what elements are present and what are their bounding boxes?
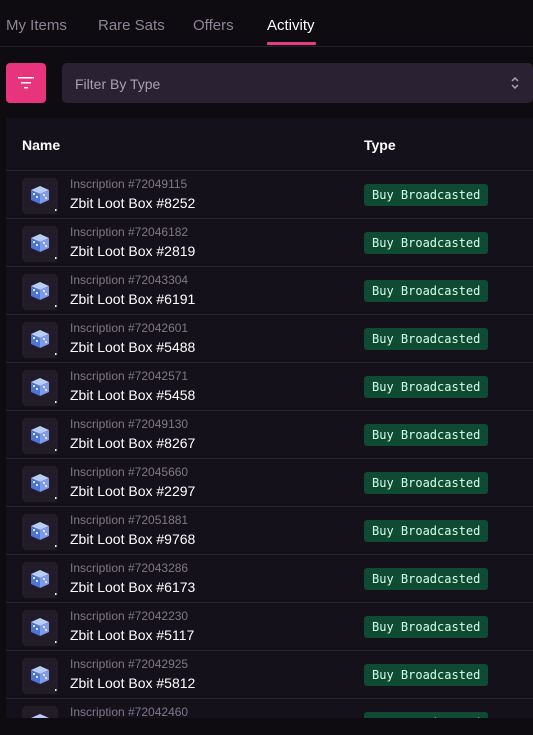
item-thumbnail bbox=[22, 178, 58, 214]
item-thumbnail bbox=[22, 418, 58, 454]
loot-box-icon bbox=[31, 282, 57, 307]
item-name[interactable]: Zbit Loot Box #6191 bbox=[70, 291, 195, 307]
tab-bar: My Items Rare Sats Offers Activity bbox=[0, 0, 533, 47]
table-row[interactable]: Inscription #72042571 Zbit Loot Box #5458… bbox=[6, 363, 533, 411]
table-row[interactable]: Inscription #72042230 Zbit Loot Box #5117… bbox=[6, 603, 533, 651]
item-thumbnail bbox=[22, 370, 58, 406]
column-header-type: Type bbox=[364, 137, 396, 153]
inscription-number: Inscription #72043304 bbox=[70, 273, 189, 287]
loot-box-icon bbox=[31, 426, 57, 451]
chevron-up-down-icon bbox=[511, 76, 519, 90]
loot-box-icon bbox=[31, 186, 57, 211]
loot-box-icon bbox=[31, 378, 57, 403]
activity-type-badge: Buy Broadcasted bbox=[364, 664, 489, 686]
table-body: Inscription #72049115 Zbit Loot Box #8252… bbox=[6, 171, 533, 718]
tab-activity[interactable]: Activity bbox=[267, 17, 315, 34]
activity-type-badge: Buy Broadcasted bbox=[364, 424, 489, 446]
item-name[interactable]: Zbit Loot Box #5117 bbox=[70, 627, 194, 643]
inscription-number: Inscription #72042571 bbox=[70, 369, 189, 383]
table-row[interactable]: Inscription #72042460Buy Broadcasted bbox=[6, 699, 533, 718]
item-name[interactable]: Zbit Loot Box #9768 bbox=[70, 531, 195, 547]
loot-box-icon bbox=[31, 474, 57, 499]
item-name[interactable]: Zbit Loot Box #5458 bbox=[70, 387, 195, 403]
activity-type-badge: Buy Broadcasted bbox=[364, 280, 489, 302]
item-thumbnail bbox=[22, 466, 58, 502]
loot-box-icon bbox=[31, 570, 57, 595]
activity-type-badge: Buy Broadcasted bbox=[364, 376, 489, 398]
filter-by-type-select[interactable]: Filter By Type bbox=[62, 63, 533, 103]
item-name[interactable]: Zbit Loot Box #8267 bbox=[70, 435, 195, 451]
inscription-number: Inscription #72042460 bbox=[70, 705, 189, 718]
inscription-number: Inscription #72042925 bbox=[70, 657, 189, 671]
inscription-number: Inscription #72042230 bbox=[70, 609, 189, 623]
inscription-number: Inscription #72043286 bbox=[70, 561, 189, 575]
loot-box-icon bbox=[31, 618, 57, 643]
loot-box-icon bbox=[31, 234, 57, 259]
inscription-number: Inscription #72049130 bbox=[70, 417, 189, 431]
item-thumbnail bbox=[22, 514, 58, 550]
activity-table: Name Type Inscription #72049115 Zbit Loot… bbox=[6, 118, 533, 718]
inscription-number: Inscription #72045660 bbox=[70, 465, 189, 479]
activity-type-badge: Buy Broadcasted bbox=[364, 520, 489, 542]
table-row[interactable]: Inscription #72046182 Zbit Loot Box #2819… bbox=[6, 219, 533, 267]
inscription-number: Inscription #72049115 bbox=[70, 177, 188, 191]
table-row[interactable]: Inscription #72043304 Zbit Loot Box #6191… bbox=[6, 267, 533, 315]
item-name[interactable]: Zbit Loot Box #5488 bbox=[70, 339, 195, 355]
filter-button[interactable] bbox=[6, 63, 46, 103]
loot-box-icon bbox=[31, 330, 57, 355]
table-row[interactable]: Inscription #72043286 Zbit Loot Box #6173… bbox=[6, 555, 533, 603]
item-thumbnail bbox=[22, 562, 58, 598]
tab-rare-sats[interactable]: Rare Sats bbox=[98, 17, 165, 34]
item-name[interactable]: Zbit Loot Box #6173 bbox=[70, 579, 195, 595]
inscription-number: Inscription #72046182 bbox=[70, 225, 189, 239]
table-row[interactable]: Inscription #72049115 Zbit Loot Box #8252… bbox=[6, 171, 533, 219]
item-thumbnail bbox=[22, 610, 58, 646]
item-thumbnail bbox=[22, 322, 58, 358]
inscription-number: Inscription #72042601 bbox=[70, 321, 189, 335]
activity-type-badge: Buy Broadcasted bbox=[364, 472, 489, 494]
bottom-edge bbox=[0, 718, 533, 735]
item-name[interactable]: Zbit Loot Box #8252 bbox=[70, 195, 195, 211]
inscription-number: Inscription #72051881 bbox=[70, 513, 189, 527]
item-thumbnail bbox=[22, 706, 58, 718]
filter-placeholder: Filter By Type bbox=[75, 76, 161, 92]
table-row[interactable]: Inscription #72045660 Zbit Loot Box #2297… bbox=[6, 459, 533, 507]
active-tab-indicator bbox=[267, 42, 316, 45]
table-row[interactable]: Inscription #72042925 Zbit Loot Box #5812… bbox=[6, 651, 533, 699]
item-name[interactable]: Zbit Loot Box #2819 bbox=[70, 243, 195, 259]
tab-offers[interactable]: Offers bbox=[193, 17, 234, 34]
tab-my-items[interactable]: My Items bbox=[6, 17, 67, 34]
item-thumbnail bbox=[22, 658, 58, 694]
loot-box-icon bbox=[31, 714, 49, 718]
table-row[interactable]: Inscription #72049130 Zbit Loot Box #8267… bbox=[6, 411, 533, 459]
filter-lines-icon bbox=[18, 77, 34, 89]
activity-type-badge: Buy Broadcasted bbox=[364, 328, 489, 350]
loot-box-icon bbox=[31, 522, 57, 547]
loot-box-icon bbox=[31, 666, 57, 691]
item-thumbnail bbox=[22, 274, 58, 310]
item-name[interactable]: Zbit Loot Box #5812 bbox=[70, 675, 195, 691]
table-row[interactable]: Inscription #72042601 Zbit Loot Box #5488… bbox=[6, 315, 533, 363]
table-header: Name Type bbox=[6, 118, 533, 171]
table-row[interactable]: Inscription #72051881 Zbit Loot Box #9768… bbox=[6, 507, 533, 555]
column-header-name: Name bbox=[22, 137, 61, 153]
item-thumbnail bbox=[22, 226, 58, 262]
activity-type-badge: Buy Broadcasted bbox=[364, 184, 489, 206]
activity-type-badge: Buy Broadcasted bbox=[364, 568, 489, 590]
activity-type-badge: Buy Broadcasted bbox=[364, 232, 489, 254]
item-name[interactable]: Zbit Loot Box #2297 bbox=[70, 483, 195, 499]
activity-type-badge: Buy Broadcasted bbox=[364, 616, 489, 638]
